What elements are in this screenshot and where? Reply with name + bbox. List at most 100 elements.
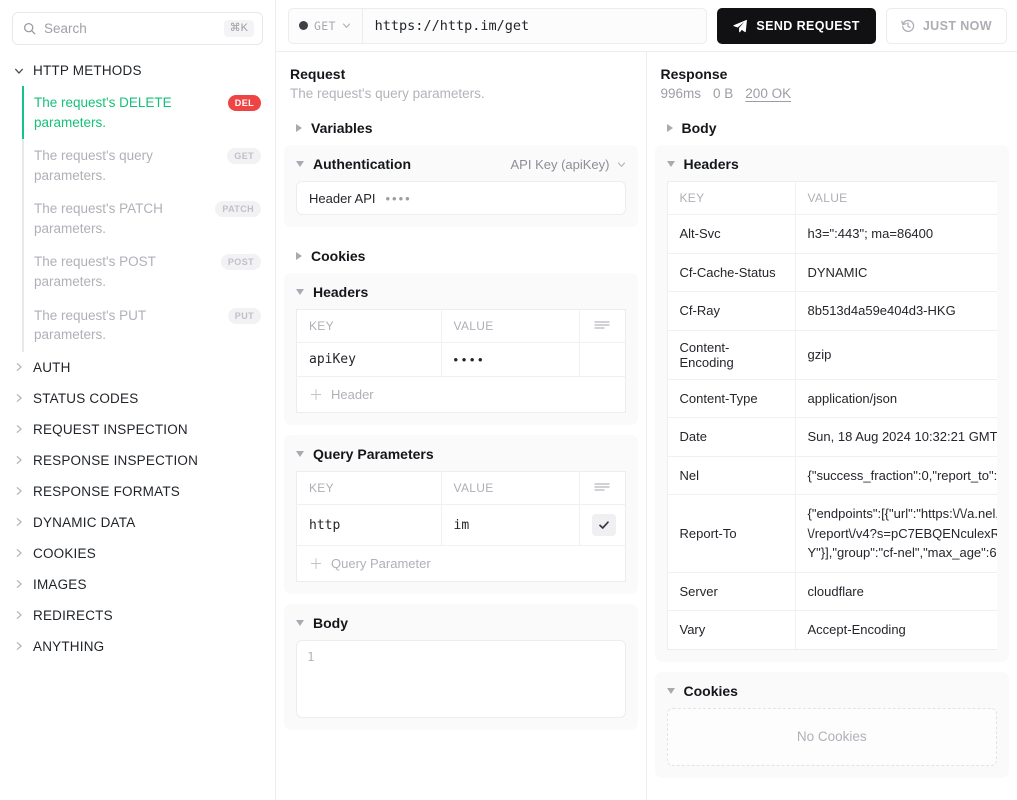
item-indicator [22,298,24,352]
search-shortcut-badge: ⌘K [223,20,254,37]
table-row: Server cloudflare [667,572,997,611]
chevron-right-icon [16,425,22,434]
sidebar-group-label: REQUEST INSPECTION [33,421,188,437]
history-button[interactable]: JUST NOW [885,7,1007,44]
sidebar-group-images[interactable]: IMAGES [0,569,275,600]
sidebar-group-dynamic-data[interactable]: DYNAMIC DATA [0,507,275,538]
request-cookies-label: Cookies [311,248,366,264]
response-header-key: Server [667,572,796,611]
no-cookies-label: No Cookies [796,729,867,744]
main-area: GET SEND REQUEST JUST NOW Request [276,0,1017,800]
response-size: 0 B [713,86,734,101]
chevron-right-icon [16,394,22,403]
query-parameters-toggle[interactable]: Query Parameters [284,435,638,471]
table-row: Alt-Svc h3=":443"; ma=86400 [667,214,997,254]
sidebar-item-put[interactable]: The request's PUT parameters. PUT [22,298,275,352]
search-box[interactable]: Search ⌘K [12,12,263,45]
sidebar-item-label: The request's PATCH parameters. [34,201,163,236]
sidebar-item-get[interactable]: The request's query parameters. GET [22,139,275,193]
sidebar-item-patch[interactable]: The request's PATCH parameters. PATCH [22,192,275,246]
response-header-key: Vary [667,610,796,649]
method-badge-del: DEL [227,95,261,111]
auth-field-label: Header API [309,190,376,206]
auth-header-field[interactable]: Header API •••• [296,181,626,215]
method-selector[interactable]: GET [289,8,363,43]
sidebar-group-label: COOKIES [33,545,96,561]
sidebar-group-status-codes[interactable]: STATUS CODES [0,383,275,414]
sidebar-group-request-inspection[interactable]: REQUEST INSPECTION [0,414,275,445]
request-toolbar: GET SEND REQUEST JUST NOW [276,0,1017,52]
sidebar-group-cookies[interactable]: COOKIES [0,538,275,569]
query-value-cell[interactable]: im [441,504,580,546]
column-key: KEY [296,309,442,343]
sidebar-group-header-http-methods[interactable]: HTTP METHODS [0,55,275,86]
item-indicator [22,139,24,193]
request-body-toggle[interactable]: Body [284,604,638,640]
sidebar-nav: HTTP METHODS The request's DELETE parame… [0,45,275,662]
header-value-cell[interactable]: • • • • [441,342,580,377]
search-input-placeholder[interactable]: Search [44,21,216,36]
add-header-row[interactable]: ＋ Header [297,377,625,412]
sidebar-group-anything[interactable]: ANYTHING [0,631,275,662]
response-title: Response [660,66,728,82]
response-header-value: {"endpoints":[{"url":"https:\/\/a.nel.cl… [795,494,997,573]
method-dot-icon [299,21,308,30]
section-response-body: Body [655,109,1010,145]
response-header-value: Sun, 18 Aug 2024 10:32:21 GMT [795,417,997,457]
sidebar-group-redirects[interactable]: REDIRECTS [0,600,275,631]
sidebar-group-auth[interactable]: AUTH [0,352,275,383]
sidebar-item-delete[interactable]: The request's DELETE parameters. DEL [22,86,275,140]
response-header-key: Nel [667,456,796,495]
sidebar-group-label: REDIRECTS [33,607,113,623]
method-badge-patch: PATCH [215,201,261,218]
table-row[interactable]: apiKey • • • • [296,342,625,377]
sidebar-group-label: RESPONSE INSPECTION [33,452,199,468]
request-body-editor[interactable]: 1 [296,640,626,718]
send-request-button[interactable]: SEND REQUEST [717,7,876,44]
sidebar-group-response-formats[interactable]: RESPONSE FORMATS [0,476,275,507]
table-add-row[interactable]: ＋ Query Parameter [297,546,626,582]
sidebar-group-items: The request's DELETE parameters. DEL The… [0,86,275,352]
chevron-down-icon [617,161,625,167]
checkbox-checked[interactable] [591,514,616,536]
add-query-parameter-row[interactable]: ＋ Query Parameter [297,546,625,581]
response-header-value: 8b513d4a59e404d3-HKG [795,291,997,331]
response-status[interactable]: 200 OK [745,86,791,101]
table-add-row[interactable]: ＋ Header [297,377,626,413]
column-actions[interactable] [579,471,625,505]
url-input[interactable] [362,8,707,43]
response-pane: Response 996ms 0 B 200 OK Body Headers K… [647,52,1017,800]
response-body-toggle[interactable]: Body [655,109,1010,145]
sidebar-item-label: The request's PUT parameters. [34,307,146,343]
query-row-checkbox-cell[interactable] [579,504,625,546]
sidebar-item-post[interactable]: The request's POST parameters. POST [22,245,275,299]
item-indicator [22,245,24,299]
column-actions[interactable] [579,309,625,343]
sidebar-group-response-inspection[interactable]: RESPONSE INSPECTION [0,445,275,476]
request-headers-toggle[interactable]: Headers [284,273,638,309]
variables-toggle[interactable]: Variables [284,109,638,145]
header-row-action[interactable] [579,342,625,377]
method-badge-get: GET [227,148,261,165]
triangle-right-icon [296,252,302,260]
method-badge-post: POST [220,254,261,271]
search-icon [23,22,36,35]
authentication-label: Authentication [313,156,411,172]
history-clock-icon [901,19,915,32]
response-cookies-toggle[interactable]: Cookies [655,672,1010,708]
response-header-value: Accept-Encoding [795,610,997,649]
request-header: Request The request's query parameters. [276,52,646,109]
add-header-label: Header [331,387,374,402]
query-parameters-label: Query Parameters [313,446,434,462]
table-row[interactable]: http im [296,504,625,546]
query-key-cell[interactable]: http [296,504,442,546]
sidebar-group-label: AUTH [33,359,71,375]
request-cookies-toggle[interactable]: Cookies [284,237,638,273]
sidebar-search-wrap: Search ⌘K [0,0,275,45]
authentication-toggle[interactable]: Authentication API Key (apiKey) [284,145,638,181]
add-query-parameter-label: Query Parameter [331,556,431,571]
response-headers-toggle[interactable]: Headers [655,145,1010,181]
auth-type-dropdown[interactable]: API Key (apiKey) [511,157,626,172]
header-key-cell[interactable]: apiKey [296,342,442,377]
column-value: VALUE [441,309,580,343]
